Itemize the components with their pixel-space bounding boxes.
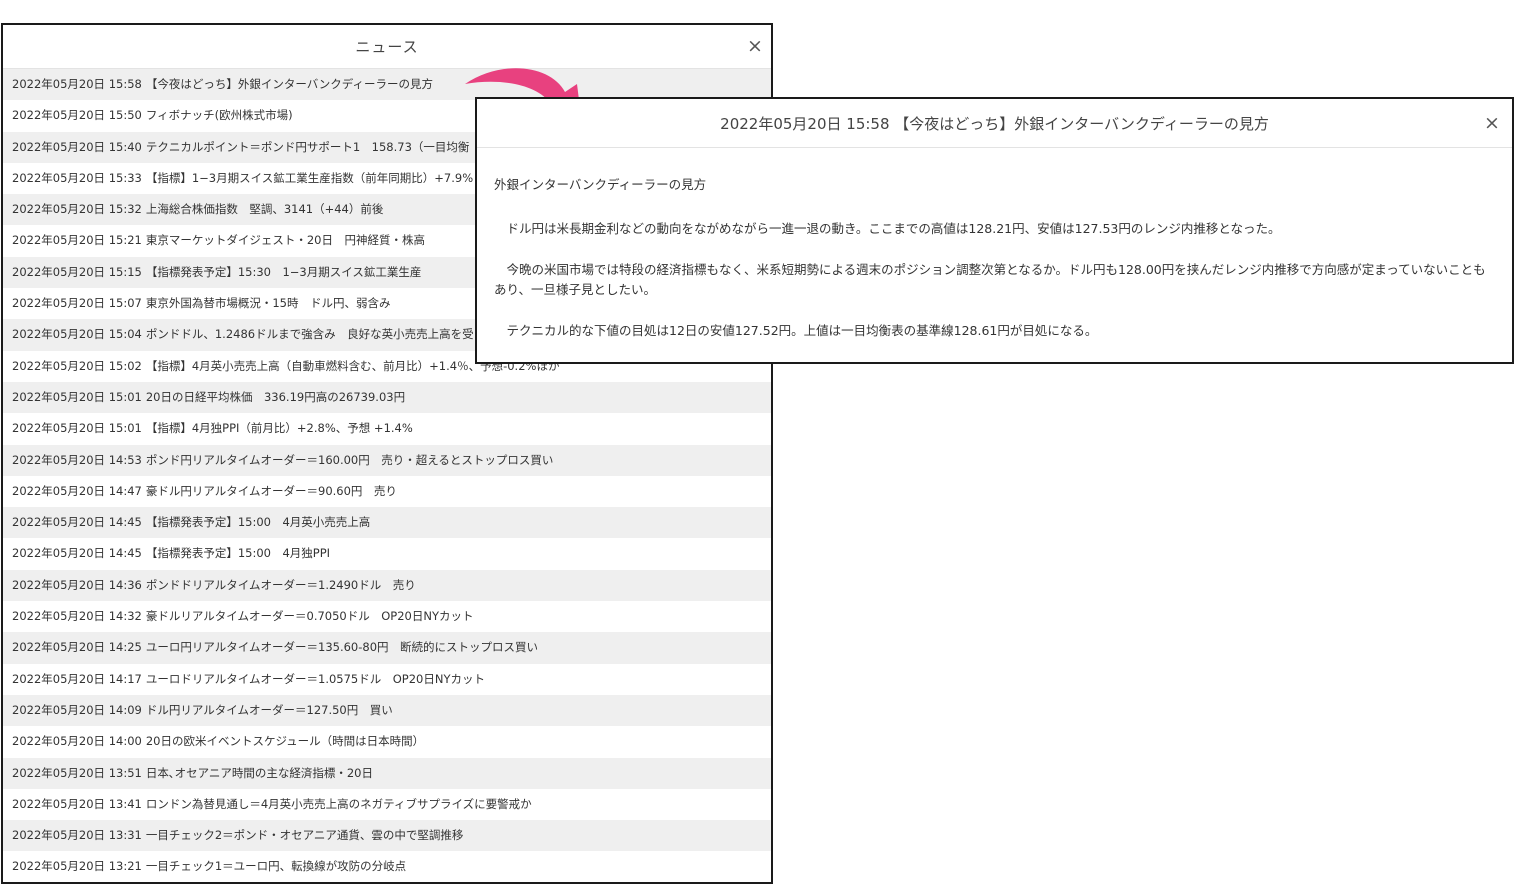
news-item-headline: ユーロドリアルタイムオーダー＝1.0575ドル OP20日NYカット	[145, 671, 485, 686]
news-item-time: 2022年05月20日 15:04	[12, 327, 142, 342]
news-item-time: 2022年05月20日 14:47	[12, 483, 142, 498]
detail-body: 外銀インターバンクディーラーの見方 ドル円は米長期金利などの動向をながめながら一…	[477, 148, 1512, 341]
news-item-headline: ロンドン為替見通し＝4月英小売売上高のネガティブサプライズに要警戒か	[145, 796, 532, 811]
news-list-item[interactable]: 2022年05月20日 14:36 ポンドドリアルタイムオーダー＝1.2490ドル…	[3, 569, 771, 602]
news-item-headline: ドル円リアルタイムオーダー＝127.50円 買い	[145, 702, 393, 717]
news-item-time: 2022年05月20日 14:17	[12, 671, 142, 686]
news-item-time: 2022年05月20日 13:41	[12, 796, 142, 811]
news-item-time: 2022年05月20日 15:21	[12, 233, 142, 248]
detail-window-header: 2022年05月20日 15:58 【今夜はどっち】外銀インターバンクディーラー…	[477, 99, 1512, 148]
news-item-time: 2022年05月20日 13:31	[12, 828, 142, 843]
news-list-item[interactable]: 2022年05月20日 15:58 【今夜はどっち】外銀インターバンクディーラーの…	[3, 69, 771, 101]
news-item-time: 2022年05月20日 15:01	[12, 389, 142, 404]
news-item-time: 2022年05月20日 14:45	[12, 515, 142, 530]
news-item-headline: ユーロ円リアルタイムオーダー＝135.60-80円 断続的にストップロス買い	[145, 640, 539, 655]
news-item-time: 2022年05月20日 15:32	[12, 202, 142, 217]
detail-paragraph: ドル円は米長期金利などの動向をながめながら一進一退の動き。ここまでの高値は128…	[506, 221, 1281, 236]
news-window-header: ニュース ×	[3, 25, 771, 69]
news-list-item[interactable]: 2022年05月20日 14:25 ユーロ円リアルタイムオーダー＝135.60-8…	[3, 632, 771, 664]
news-item-headline: 東京外国為替市場概況・15時 ドル円、弱含み	[145, 296, 391, 311]
news-list-item[interactable]: 2022年05月20日 15:01 【指標】4月独PPI（前月比）+2.8%、予想…	[3, 413, 771, 445]
news-item-headline: フィボナッチ(欧州株式市場)	[145, 108, 293, 123]
news-item-headline: 豪ドルリアルタイムオーダー＝0.7050ドル OP20日NYカット	[145, 609, 474, 624]
news-item-time: 2022年05月20日 15:40	[12, 139, 142, 154]
news-item-headline: 一目チェック2＝ポンド・オセアニア通貨、雲の中で堅調推移	[145, 828, 464, 843]
news-item-headline: 【指標】1−3月期スイス鉱工業生産指数（前年同期比）+7.9%	[145, 170, 474, 185]
detail-close-icon[interactable]: ×	[1482, 113, 1502, 133]
news-item-headline: 20日の日経平均株価 336.19円高の26739.03円	[145, 389, 406, 404]
news-item-headline: ポンド円リアルタイムオーダー＝160.00円 売り・超えるとストップロス買い	[145, 452, 554, 467]
news-item-headline: 【指標発表予定】15:00 4月独PPI	[145, 546, 331, 561]
news-item-headline: 【指標発表予定】15:00 4月英小売売上高	[145, 515, 371, 530]
news-window-title: ニュース	[355, 38, 419, 56]
news-list-item[interactable]: 2022年05月20日 14:45 【指標発表予定】15:00 4月独PPI	[3, 538, 771, 570]
news-item-time: 2022年05月20日 14:36	[12, 577, 142, 592]
news-list-item[interactable]: 2022年05月20日 14:32 豪ドルリアルタイムオーダー＝0.7050ドル …	[3, 601, 771, 633]
news-item-headline: ポンドドル、1.2486ドルまで強含み 良好な英小売売上高を受	[145, 327, 474, 342]
news-item-time: 2022年05月20日 14:53	[12, 452, 142, 467]
news-item-headline: 20日の欧米イベントスケジュール（時間は日本時間）	[145, 734, 425, 749]
news-list-item[interactable]: 2022年05月20日 13:31 一目チェック2＝ポンド・オセアニア通貨、雲の中…	[3, 820, 771, 852]
detail-paragraph: テクニカル的な下値の目処は12日の安値127.52円。上値は一目均衡表の基準線1…	[506, 323, 1098, 338]
news-item-time: 2022年05月20日 15:15	[12, 264, 142, 279]
news-list-item[interactable]: 2022年05月20日 15:01 20日の日経平均株価 336.19円高の267…	[3, 381, 771, 414]
news-item-time: 2022年05月20日 15:50	[12, 108, 142, 123]
news-list-item[interactable]: 2022年05月20日 14:53 ポンド円リアルタイムオーダー＝160.00円 …	[3, 444, 771, 476]
news-item-time: 2022年05月20日 14:32	[12, 609, 142, 624]
news-close-icon[interactable]: ×	[745, 37, 765, 57]
news-item-headline: 日本､オセアニア時間の主な経済指標・20日	[145, 765, 373, 780]
news-list-item[interactable]: 2022年05月20日 13:51 日本､オセアニア時間の主な経済指標・20日	[3, 757, 771, 789]
news-item-time: 2022年05月20日 15:02	[12, 358, 142, 373]
detail-paragraph: 今晩の米国市場では特段の経済指標もなく、米系短期勢による週末のポジション調整次第…	[494, 262, 1486, 297]
detail-heading: 外銀インターバンクディーラーの見方	[494, 177, 707, 192]
news-item-time: 2022年05月20日 13:21	[12, 859, 142, 874]
news-list-item[interactable]: 2022年05月20日 13:21 一目チェック1＝ユーロ円、転換線が攻防の分岐点	[3, 851, 771, 882]
news-item-time: 2022年05月20日 14:09	[12, 702, 142, 717]
news-list-item[interactable]: 2022年05月20日 14:17 ユーロドリアルタイムオーダー＝1.0575ドル…	[3, 663, 771, 695]
news-item-headline: 【指標】4月独PPI（前月比）+2.8%、予想 +1.4%	[145, 421, 413, 436]
news-item-time: 2022年05月20日 15:33	[12, 170, 142, 185]
news-list-item[interactable]: 2022年05月20日 14:09 ドル円リアルタイムオーダー＝127.50円 買…	[3, 694, 771, 727]
news-item-headline: 上海総合株価指数 堅調、3141（+44）前後	[145, 202, 384, 217]
news-item-time: 2022年05月20日 14:00	[12, 734, 142, 749]
news-item-headline: テクニカルポイント＝ポンド円サポート1 158.73（一目均衡	[145, 139, 470, 154]
news-item-headline: ポンドドリアルタイムオーダー＝1.2490ドル 売り	[145, 577, 416, 592]
news-item-time: 2022年05月20日 15:01	[12, 421, 142, 436]
news-list-item[interactable]: 2022年05月20日 14:00 20日の欧米イベントスケジュール（時間は日本時…	[3, 726, 771, 758]
news-list-item[interactable]: 2022年05月20日 14:47 豪ドル円リアルタイムオーダー＝90.60円 売…	[3, 475, 771, 508]
news-item-time: 2022年05月20日 13:51	[12, 765, 142, 780]
news-item-headline: 豪ドル円リアルタイムオーダー＝90.60円 売り	[145, 483, 397, 498]
news-item-headline: 【指標発表予定】15:30 1−3月期スイス鉱工業生産	[145, 264, 422, 279]
news-list-item[interactable]: 2022年05月20日 13:41 ロンドン為替見通し＝4月英小売売上高のネガティ…	[3, 788, 771, 821]
news-item-headline: 一目チェック1＝ユーロ円、転換線が攻防の分岐点	[145, 859, 407, 874]
news-item-time: 2022年05月20日 14:25	[12, 640, 142, 655]
news-detail-window: 2022年05月20日 15:58 【今夜はどっち】外銀インターバンクディーラー…	[475, 97, 1514, 364]
news-item-headline: 【今夜はどっち】外銀インターバンクディーラーの見方	[145, 77, 433, 91]
detail-window-title: 2022年05月20日 15:58 【今夜はどっち】外銀インターバンクディーラー…	[720, 114, 1269, 133]
news-item-time: 2022年05月20日 14:45	[12, 546, 142, 561]
news-item-time: 2022年05月20日 15:07	[12, 296, 142, 311]
news-item-time: 2022年05月20日 15:58	[12, 77, 142, 91]
news-item-headline: 東京マーケットダイジェスト・20日 円神経質・株高	[145, 233, 425, 248]
news-list-item[interactable]: 2022年05月20日 14:45 【指標発表予定】15:00 4月英小売売上高	[3, 507, 771, 539]
